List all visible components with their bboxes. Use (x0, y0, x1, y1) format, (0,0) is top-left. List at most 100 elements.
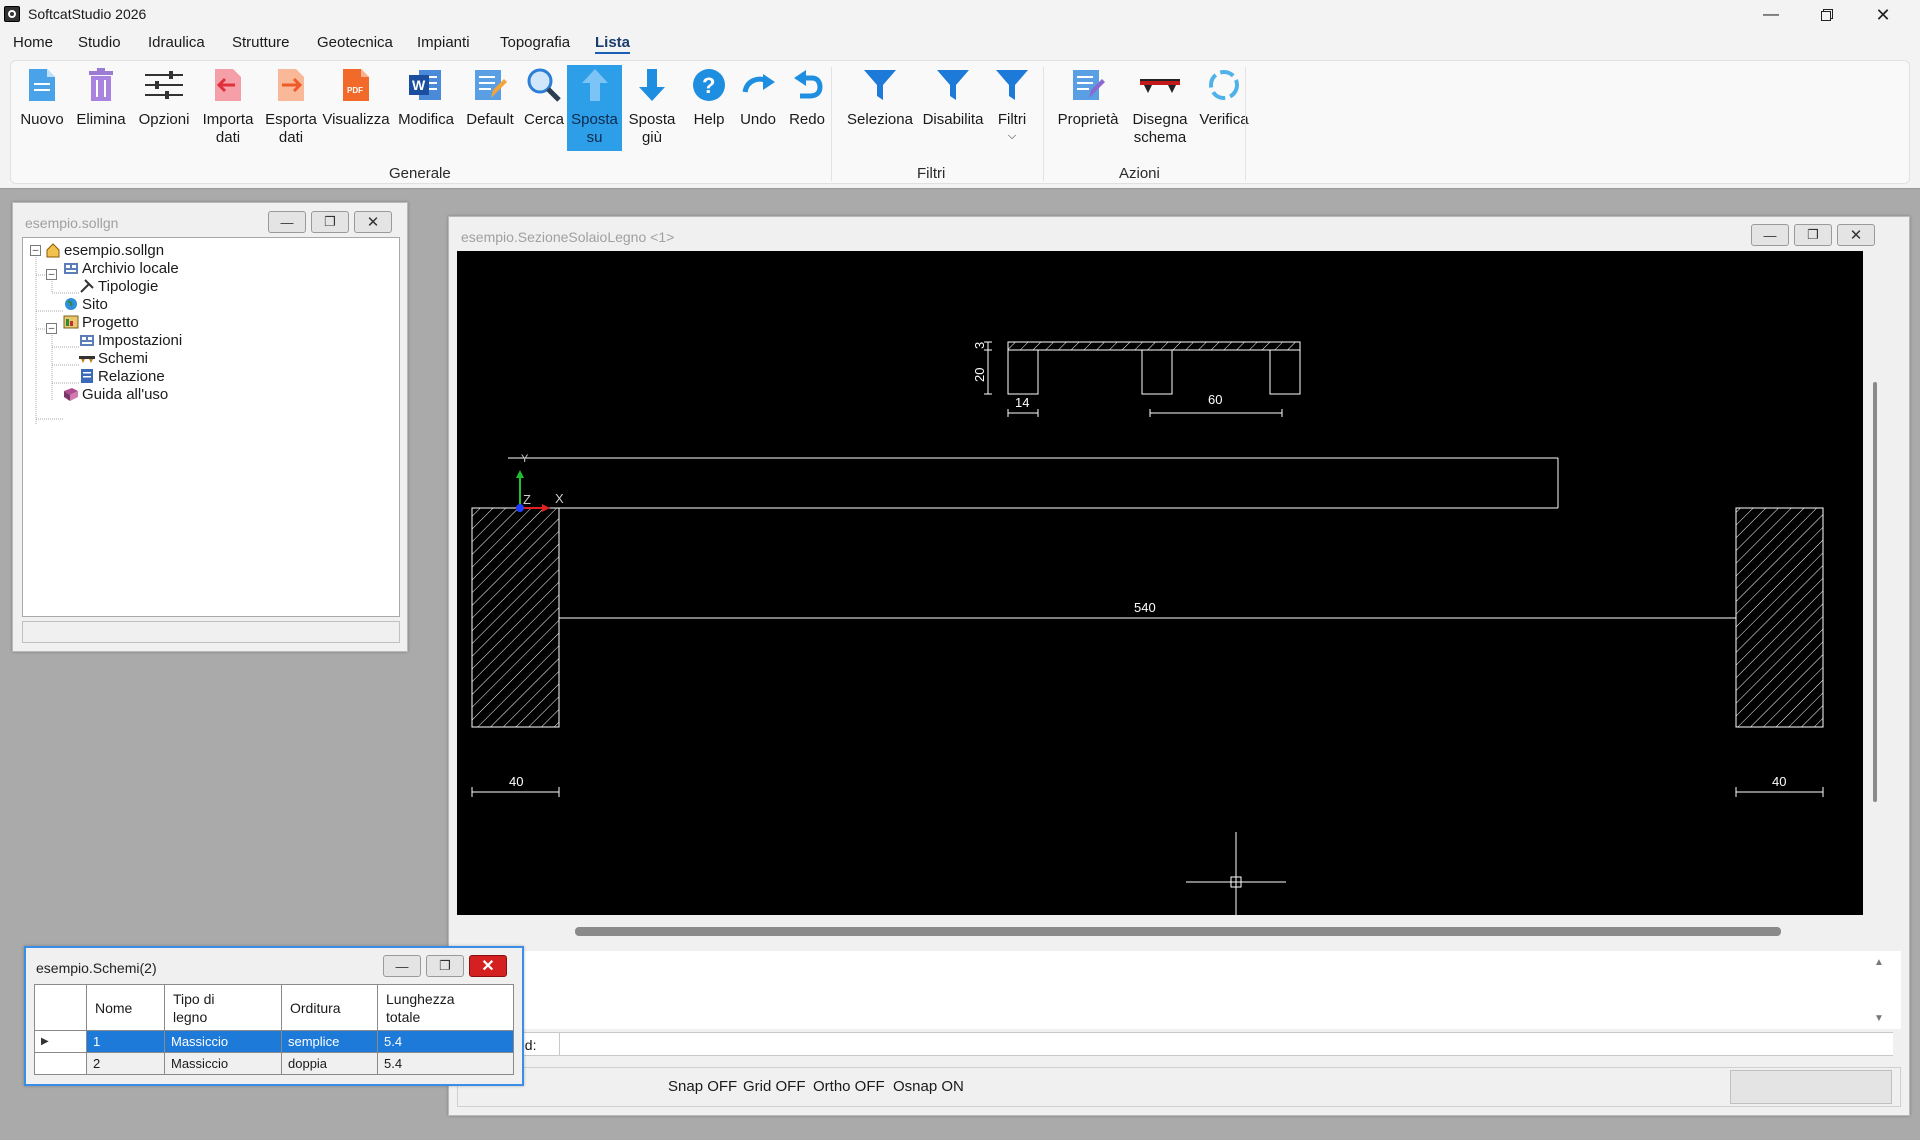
help-button[interactable]: ? Help (687, 65, 731, 155)
proprieta-label: Proprietà (1057, 111, 1119, 128)
filter-dropdown-icon (992, 65, 1032, 105)
schemi-close-button[interactable]: ✕ (469, 955, 507, 977)
command-history (457, 951, 1901, 1029)
menu-impianti[interactable]: Impianti (417, 34, 470, 51)
menu-idraulica[interactable]: Idraulica (148, 34, 205, 51)
tree-collapse-toggle[interactable]: – (30, 245, 41, 256)
scroll-up-icon[interactable]: ▲ (1874, 957, 1884, 968)
seleziona-button[interactable]: Seleziona (841, 65, 919, 155)
cad-canvas[interactable]: 3 20 14 60 540 40 40 Y Z X (457, 251, 1863, 915)
command-line[interactable]: nd: (457, 1032, 1893, 1056)
opzioni-button[interactable]: Opzioni (136, 65, 192, 155)
tree-collapse-toggle[interactable]: – (46, 269, 57, 280)
restore-window-button[interactable] (1804, 0, 1850, 30)
osnap-toggle[interactable]: Osnap ON (893, 1078, 964, 1095)
cerca-button[interactable]: Cerca (521, 65, 567, 155)
cerca-label: Cerca (523, 111, 564, 128)
cell-nome[interactable]: 1 (86, 1030, 165, 1053)
cell-nome[interactable]: 2 (86, 1052, 165, 1075)
svg-text:PDF: PDF (347, 86, 363, 95)
schemi-minimize-button[interactable]: — (383, 955, 421, 977)
undo-button[interactable]: Undo (736, 65, 780, 155)
cell-lunghezza[interactable]: 5.4 (377, 1052, 514, 1075)
disegna-schema-label: Disegna schema (1132, 111, 1188, 146)
modifica-button[interactable]: W Modifica (396, 65, 456, 155)
menu-home[interactable]: Home (13, 34, 53, 51)
dim-total-height: 20 (972, 368, 987, 382)
command-input[interactable] (559, 1033, 1893, 1055)
dim-slab-height: 3 (972, 342, 987, 349)
menu-lista[interactable]: Lista (595, 34, 631, 54)
redo-button[interactable]: Redo (785, 65, 829, 155)
dim-spacing: 60 (1208, 392, 1222, 407)
row-selector[interactable] (34, 1052, 87, 1075)
cad-close-button[interactable]: ✕ (1837, 224, 1875, 246)
tree-item-label: Schemi (98, 349, 149, 367)
importa-dati-label: Importa dati (202, 111, 254, 146)
dim-support-left: 40 (509, 774, 523, 789)
menu-topografia[interactable]: Topografia (500, 34, 570, 51)
nuovo-button[interactable]: Nuovo (19, 65, 65, 155)
scroll-down-icon[interactable]: ▼ (1874, 1013, 1884, 1024)
tree-maximize-button[interactable]: ❐ (311, 211, 349, 233)
filtri-dropdown-button[interactable]: Filtri ⌵ (987, 65, 1037, 155)
cad-window-title: esempio.SezioneSolaioLegno <1> (461, 229, 675, 245)
edit-document-icon (470, 65, 510, 105)
close-window-button[interactable]: ✕ (1860, 0, 1906, 30)
schemi-maximize-button[interactable]: ❐ (426, 955, 464, 977)
tree-collapse-toggle[interactable]: – (46, 323, 57, 334)
cad-horizontal-scrollbar-thumb[interactable] (575, 927, 1781, 936)
menu-strutture[interactable]: Strutture (232, 34, 290, 51)
column-header-tipo[interactable]: Tipo di legno (164, 984, 282, 1031)
tree-window: esempio.sollgn — ❐ ✕ – esempio.sollgn – … (12, 202, 408, 652)
minimize-window-button[interactable]: — (1748, 0, 1794, 30)
cad-vertical-scrollbar-thumb[interactable] (1873, 382, 1877, 802)
arrow-down-icon (632, 65, 672, 105)
cell-orditura[interactable]: doppia (281, 1052, 378, 1075)
ribbon: Nuovo Elimina Opzioni Importa dati Espor… (10, 60, 1910, 184)
cell-tipo[interactable]: Massiccio (164, 1030, 282, 1053)
book-icon (63, 386, 79, 402)
tree-status-field (22, 621, 400, 643)
column-header-nome[interactable]: Nome (86, 984, 165, 1031)
disabilita-button[interactable]: Disabilita (917, 65, 989, 155)
visualizza-button[interactable]: PDF Visualizza (321, 65, 391, 155)
disegna-schema-button[interactable]: Disegna schema (1125, 65, 1195, 155)
esporta-dati-button[interactable]: Esporta dati (261, 65, 321, 155)
table-row[interactable]: ▶ 1 Massiccio semplice 5.4 (34, 1030, 514, 1053)
import-arrow-icon (208, 65, 248, 105)
home-icon (45, 242, 61, 258)
row-selector[interactable]: ▶ (34, 1030, 87, 1053)
tree-view: – esempio.sollgn – Archivio locale Tipol… (22, 237, 400, 617)
menu-geotecnica[interactable]: Geotecnica (317, 34, 393, 51)
beam-icon (1140, 65, 1180, 105)
column-header-lunghezza[interactable]: Lunghezza totale (377, 984, 514, 1031)
importa-dati-button[interactable]: Importa dati (197, 65, 259, 155)
tree-close-button[interactable]: ✕ (354, 211, 392, 233)
cell-lunghezza[interactable]: 5.4 (377, 1030, 514, 1053)
proprieta-button[interactable]: Proprietà (1051, 65, 1125, 155)
ortho-toggle[interactable]: Ortho OFF (813, 1078, 885, 1095)
table-row[interactable]: 2 Massiccio doppia 5.4 (34, 1052, 514, 1075)
tree-item-guida[interactable]: Guida all'uso (63, 383, 168, 405)
cad-maximize-button[interactable]: ❐ (1794, 224, 1832, 246)
word-icon: W (406, 65, 446, 105)
tree-minimize-button[interactable]: — (268, 211, 306, 233)
grid-toggle[interactable]: Grid OFF (743, 1078, 806, 1095)
elimina-button[interactable]: Elimina (75, 65, 127, 155)
pdf-icon: PDF (336, 65, 376, 105)
dim-beam-width: 14 (1015, 395, 1029, 410)
redo-icon (787, 65, 827, 105)
default-button[interactable]: Default (463, 65, 517, 155)
sposta-su-button[interactable]: Sposta su (567, 65, 622, 151)
sposta-su-label: Sposta su (571, 111, 618, 146)
cell-tipo[interactable]: Massiccio (164, 1052, 282, 1075)
column-header-orditura[interactable]: Orditura (281, 984, 378, 1031)
snap-toggle[interactable]: Snap OFF (668, 1078, 737, 1095)
cad-minimize-button[interactable]: — (1751, 224, 1789, 246)
cell-orditura[interactable]: semplice (281, 1030, 378, 1053)
sposta-giu-button[interactable]: Sposta giù (625, 65, 679, 155)
export-arrow-icon (271, 65, 311, 105)
tree-item-label: Relazione (98, 367, 165, 385)
menu-studio[interactable]: Studio (78, 34, 121, 51)
